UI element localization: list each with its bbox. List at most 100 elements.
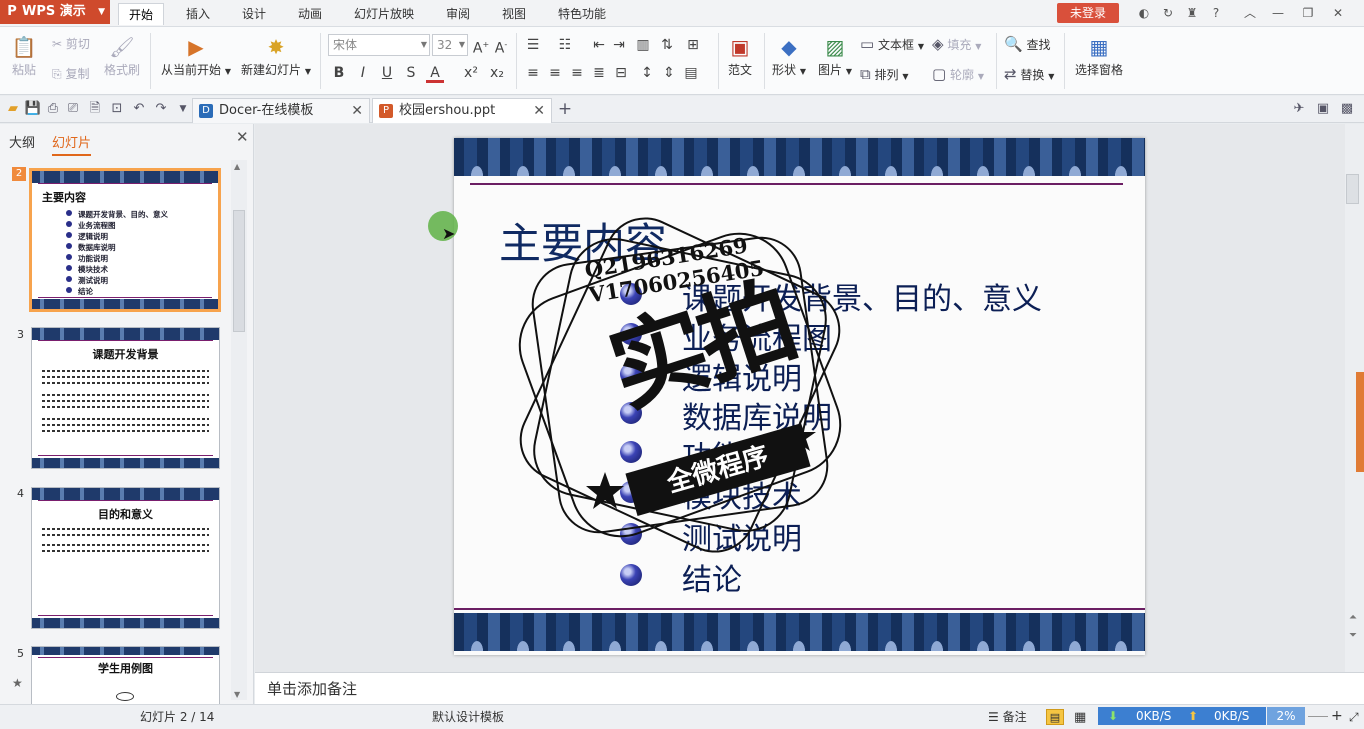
undo-icon[interactable]: ↶ — [130, 100, 148, 118]
align-text-icon[interactable]: ⊞ — [684, 35, 702, 55]
decrease-indent-icon[interactable]: ⇤ — [590, 35, 608, 55]
tab-docer[interactable]: D Docer-在线模板 ✕ — [192, 98, 370, 123]
justify-icon[interactable]: ≣ — [590, 63, 608, 83]
find-button[interactable]: 🔍 查找 — [1004, 35, 1051, 53]
slide-thumbnail[interactable]: 目的和意义 — [31, 487, 220, 629]
skin-icon[interactable]: ◐ — [1134, 4, 1154, 22]
window-mode-icon[interactable]: ▣ — [1314, 100, 1332, 118]
subscript-icon[interactable]: x₂ — [488, 63, 506, 83]
tab-slideshow[interactable]: 幻灯片放映 — [344, 3, 424, 25]
shrink-font-icon[interactable]: A- — [492, 35, 510, 57]
open-folder-icon[interactable]: ▰ — [4, 100, 22, 118]
tab-view[interactable]: 视图 — [492, 3, 536, 25]
close-icon[interactable]: ✕ — [351, 99, 363, 123]
slide-thumbnail[interactable]: 主要内容 课题开发背景、目的、意义 业务流程图 逻辑说明 数据库说明 功能说明 … — [29, 168, 221, 312]
scroll-up-icon[interactable]: ▲ — [234, 162, 240, 171]
grow-font-icon[interactable]: A+ — [472, 35, 490, 57]
tab-insert[interactable]: 插入 — [176, 3, 220, 25]
redo-icon[interactable]: ↷ — [152, 100, 170, 118]
print-icon[interactable]: ⎚ — [64, 100, 82, 118]
underline-icon[interactable]: U — [378, 63, 396, 83]
fill-button[interactable]: ◈ 填充 ▼ — [932, 35, 981, 53]
copy-button[interactable]: ⎘ 复制 — [52, 65, 89, 82]
new-tab-icon[interactable]: + — [556, 100, 574, 118]
font-color-icon[interactable]: A — [426, 63, 444, 83]
tab-design[interactable]: 设计 — [232, 3, 276, 25]
format-painter-button[interactable]: 🖌 格式刷 — [102, 35, 142, 78]
play-from-current-button[interactable]: ▶ 从当前开始 ▼ — [158, 35, 234, 78]
restore-icon[interactable]: ❐ — [1298, 4, 1318, 22]
increase-indent-icon[interactable]: ⇥ — [610, 35, 628, 55]
font-size-combo[interactable]: 32 ▼ — [432, 34, 468, 56]
selection-pane-button[interactable]: ▦ 选择窗格 — [1070, 35, 1128, 78]
close-icon[interactable]: ✕ — [533, 99, 545, 123]
tab-animation[interactable]: 动画 — [288, 3, 332, 25]
scroll-down-icon[interactable]: ▼ — [234, 690, 240, 699]
help-icon[interactable]: ? — [1206, 4, 1226, 22]
tab-home[interactable]: 开始 — [118, 3, 165, 25]
paste-button[interactable]: 📋 粘贴 — [6, 35, 42, 78]
para-spacing-icon[interactable]: ⇕ — [660, 63, 678, 83]
tab-close-icon[interactable]: ▩ — [1338, 100, 1356, 118]
picture-button[interactable]: ▨ 图片 ▼ — [814, 35, 856, 78]
new-slide-button[interactable]: ✸ 新建幻灯片 ▼ — [238, 35, 314, 78]
canvas-scroll-thumb[interactable] — [1346, 174, 1359, 204]
customize-toolbar-icon[interactable]: ▼ — [174, 100, 192, 118]
close-icon[interactable]: ✕ — [1328, 4, 1348, 22]
notes-toggle-button[interactable]: ☰ 备注 — [988, 705, 1027, 729]
superscript-icon[interactable]: x² — [462, 63, 480, 83]
template-button[interactable]: ▣ 范文 — [722, 35, 758, 78]
arrange-button[interactable]: ⧉ 排列 ▼ — [860, 65, 909, 83]
zoom-slider[interactable] — [1308, 716, 1328, 717]
tab-review[interactable]: 审阅 — [436, 3, 480, 25]
app-menu-button[interactable]: P WPS 演示 ▼ — [0, 0, 110, 24]
tab-slides[interactable]: 幻灯片 — [52, 132, 92, 156]
minimize-icon[interactable]: — — [1268, 4, 1288, 22]
pin-icon[interactable]: ✈ — [1290, 100, 1308, 118]
slide-sorter-icon[interactable]: ▦ — [1074, 705, 1086, 729]
distribute-icon[interactable]: ⊟ — [612, 63, 630, 83]
login-button[interactable]: 未登录 — [1057, 3, 1119, 23]
close-icon[interactable]: ✕ — [236, 128, 249, 146]
align-center-icon[interactable]: ≡ — [546, 63, 564, 83]
next-slide-icon[interactable]: ⏷ — [1349, 630, 1357, 641]
slide-thumbnail[interactable]: 学生用例图 — [31, 646, 220, 704]
line-spacing-icon[interactable]: ↕ — [638, 63, 656, 83]
normal-view-icon[interactable]: ▤ — [1046, 709, 1064, 725]
shirt-icon[interactable]: ♜ — [1182, 4, 1202, 22]
panel-scroll-thumb[interactable] — [233, 210, 245, 332]
print-preview-icon[interactable]: 🗎 — [86, 100, 104, 118]
text-options-icon[interactable]: ▤ — [682, 63, 700, 83]
save-icon[interactable]: 💾 — [24, 100, 42, 118]
numbered-list-icon[interactable]: ☷ — [556, 35, 574, 55]
fit-window-icon[interactable]: ⤢ — [1349, 708, 1359, 726]
bold-icon[interactable]: B — [330, 63, 348, 83]
replace-button[interactable]: ⇄ 替换 ▼ — [1004, 65, 1054, 83]
font-name-combo[interactable]: 宋体 ▼ — [328, 34, 430, 56]
notes-pane[interactable]: 单击添加备注 — [255, 672, 1364, 704]
text-direction-icon[interactable]: ⇅ — [658, 35, 676, 55]
textbox-button[interactable]: ▭ 文本框 ▼ — [860, 35, 924, 53]
star-icon[interactable]: ★ — [12, 676, 23, 690]
align-left-icon[interactable]: ≡ — [524, 63, 542, 83]
sync-icon[interactable]: ↻ — [1158, 4, 1178, 22]
zoom-level[interactable]: 2% — [1267, 707, 1305, 725]
bullet-list-icon[interactable]: ☰ — [524, 35, 542, 55]
shadow-icon[interactable]: S — [402, 63, 420, 83]
cut-button[interactable]: ✂ 剪切 — [52, 35, 90, 52]
collapse-icon[interactable]: ︿ — [1240, 4, 1260, 22]
slide-thumbnail[interactable]: 课题开发背景 — [31, 327, 220, 469]
align-right-icon[interactable]: ≡ — [568, 63, 586, 83]
italic-icon[interactable]: I — [354, 63, 372, 83]
export-pdf-icon[interactable]: ⎙ — [44, 100, 62, 118]
columns-icon[interactable]: ▥ — [634, 35, 652, 55]
tab-special[interactable]: 特色功能 — [548, 3, 616, 25]
tab-ppt-file[interactable]: P 校园ershou.ppt ✕ — [372, 98, 552, 123]
zoom-in-icon[interactable]: + — [1331, 707, 1343, 725]
preview-icon[interactable]: ⊡ — [108, 100, 126, 118]
slide-list-item[interactable]: 结论 — [682, 555, 742, 599]
tab-outline[interactable]: 大纲 — [9, 132, 35, 151]
prev-slide-icon[interactable]: ⏶ — [1349, 612, 1357, 623]
shape-button[interactable]: ◆ 形状 ▼ — [768, 35, 810, 78]
side-drawer-handle[interactable] — [1356, 372, 1364, 472]
